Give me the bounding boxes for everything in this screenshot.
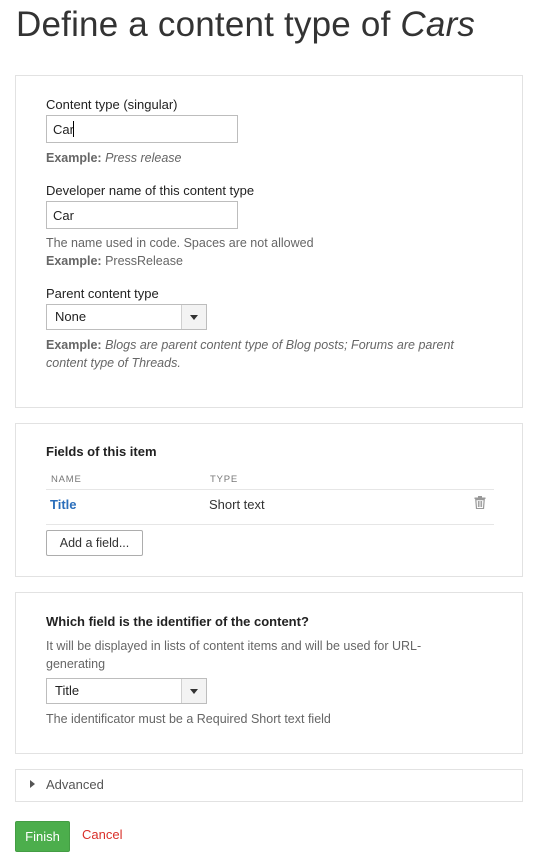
trash-icon[interactable] — [474, 496, 486, 509]
singular-example: Example: Press release — [46, 149, 182, 167]
fields-section-title: Fields of this item — [46, 444, 157, 459]
developer-example-label: Example: — [46, 254, 102, 268]
identifier-description-line-2: generating — [46, 657, 106, 671]
parent-example-text-1: Blogs are parent content type of Blog po… — [105, 338, 454, 352]
page-title: Define a content type of Cars — [16, 2, 475, 48]
finish-button[interactable]: Finish — [15, 821, 70, 852]
content-type-panel: Content type (singular) Example: Press r… — [15, 75, 523, 408]
parent-type-label: Parent content type — [46, 286, 159, 301]
identifier-selected: Title — [55, 683, 80, 698]
singular-example-value: Press release — [105, 151, 182, 165]
identifier-description-line-1: It will be displayed in lists of content… — [46, 639, 422, 653]
parent-example-line-1: Example: Blogs are parent content type o… — [46, 336, 454, 354]
parent-type-selected: None — [55, 309, 87, 324]
column-header-type: TYPE — [210, 474, 239, 485]
identifier-hint: The identificator must be a Required Sho… — [46, 712, 331, 726]
column-header-name: NAME — [51, 474, 82, 485]
fields-panel: Fields of this item NAME TYPE Title Shor… — [15, 423, 523, 577]
table-divider-bottom — [46, 524, 494, 525]
advanced-toggle[interactable]: Advanced — [30, 777, 104, 792]
text-cursor — [73, 121, 74, 137]
developer-name-input[interactable] — [46, 201, 238, 229]
chevron-down-icon[interactable] — [181, 679, 206, 703]
cancel-link[interactable]: Cancel — [82, 827, 122, 842]
field-type: Short text — [209, 497, 265, 512]
chevron-down-icon[interactable] — [181, 305, 206, 329]
table-divider-top — [46, 489, 494, 490]
developer-example-value: PressRelease — [105, 254, 183, 268]
field-name-link[interactable]: Title — [50, 497, 77, 512]
caret-right-icon — [30, 780, 35, 788]
page: Define a content type of Cars Content ty… — [0, 0, 541, 857]
add-field-button[interactable]: Add a field... — [46, 530, 143, 556]
page-title-prefix: Define a content type of — [16, 5, 401, 44]
identifier-panel: Which field is the identifier of the con… — [15, 592, 523, 754]
parent-type-select[interactable]: None — [46, 304, 207, 330]
identifier-select[interactable]: Title — [46, 678, 207, 704]
advanced-label: Advanced — [46, 777, 104, 792]
parent-example-line-2: content type of Threads. — [46, 354, 181, 372]
page-title-type-name: Cars — [400, 5, 476, 44]
parent-example-label: Example: — [46, 338, 102, 352]
advanced-panel: Advanced — [15, 769, 523, 802]
singular-label: Content type (singular) — [46, 97, 178, 112]
singular-input[interactable] — [46, 115, 238, 143]
identifier-question: Which field is the identifier of the con… — [46, 614, 309, 629]
developer-name-label: Developer name of this content type — [46, 183, 255, 198]
developer-name-hint: The name used in code. Spaces are not al… — [46, 236, 314, 250]
parent-example-text-2: content type of Threads. — [46, 356, 181, 370]
developer-example: Example: PressRelease — [46, 252, 183, 270]
singular-example-label: Example: — [46, 151, 102, 165]
